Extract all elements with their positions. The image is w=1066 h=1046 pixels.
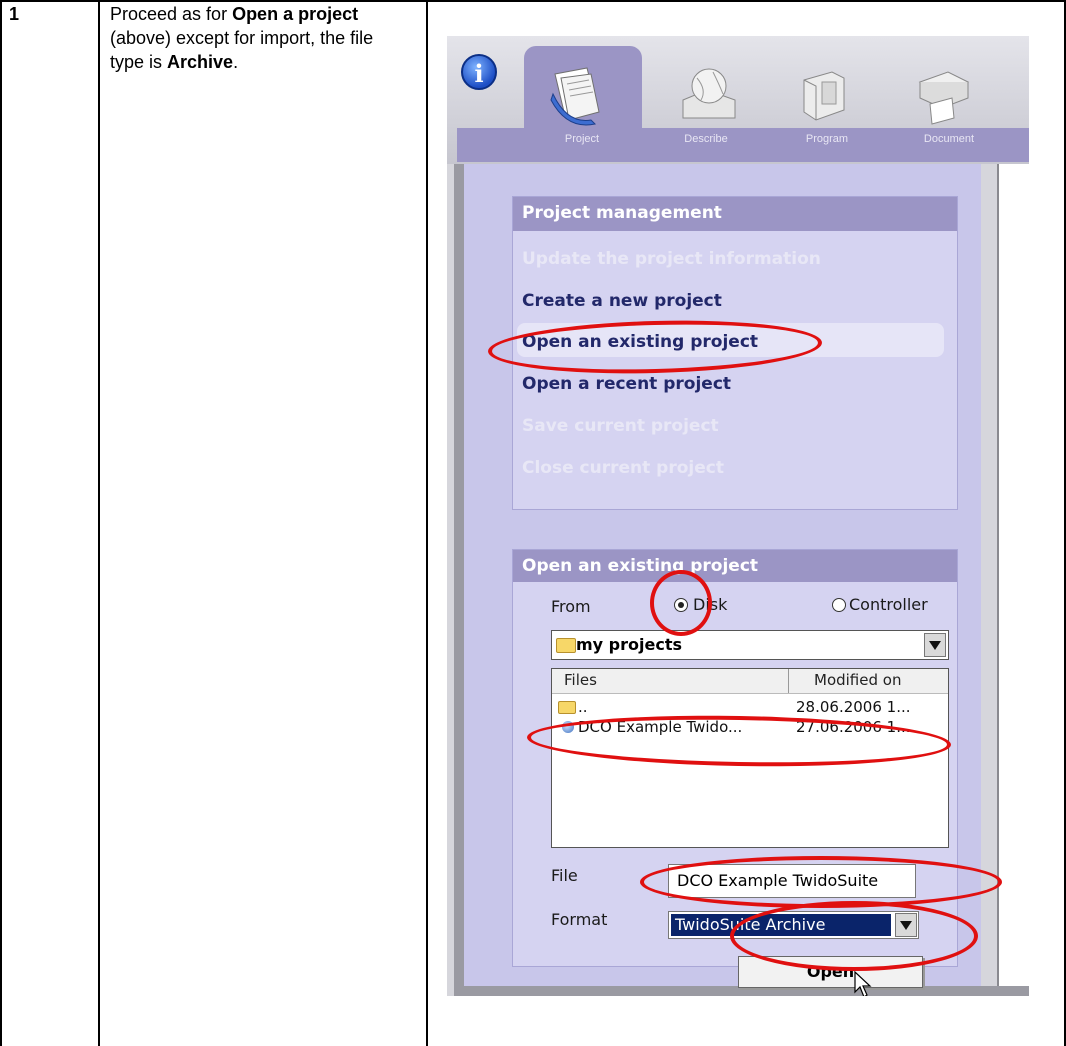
annotation-ellipse-format — [640, 856, 1002, 908]
table-divider-1 — [98, 0, 100, 1046]
folder-icon — [558, 701, 576, 714]
radio-controller[interactable] — [832, 598, 846, 612]
table-divider-2 — [426, 0, 428, 1046]
tab-program[interactable]: Program — [777, 133, 877, 145]
file-modified: 28.06.2006 1... — [796, 698, 911, 716]
menu-open-recent-project[interactable]: Open a recent project — [522, 374, 731, 394]
document-printer-icon[interactable] — [912, 64, 974, 126]
folder-name: my projects — [576, 635, 682, 654]
file-list-header: Files Modified on — [552, 669, 948, 694]
step-instruction: Proceed as for Open a project (above) ex… — [110, 2, 410, 74]
workspace-pane — [997, 164, 1029, 990]
format-label: Format — [551, 910, 608, 929]
step-text-segment: . — [233, 52, 239, 72]
folder-dropdown[interactable]: my projects — [551, 630, 949, 660]
menu-save-current-project: Save current project — [522, 416, 719, 436]
menu-update-project-info: Update the project information — [522, 249, 821, 269]
column-divider — [788, 669, 789, 693]
menu-create-new-project[interactable]: Create a new project — [522, 291, 722, 311]
column-files[interactable]: Files — [564, 671, 597, 689]
program-module-icon[interactable] — [792, 64, 854, 126]
file-row-parent[interactable]: .. 28.06.2006 1... — [552, 697, 948, 717]
from-label: From — [551, 597, 591, 616]
chevron-down-icon[interactable] — [924, 633, 946, 657]
column-modified-on[interactable]: Modified on — [814, 671, 901, 689]
step-text-bold: Archive — [167, 52, 234, 72]
table-left-border — [0, 0, 2, 1046]
tab-project[interactable]: Project — [532, 133, 632, 145]
annotation-circle-disk — [650, 570, 712, 636]
step-text-segment: (above) except for import, the file type… — [110, 28, 374, 72]
radio-controller-label[interactable]: Controller — [849, 595, 928, 614]
step-text-segment: Proceed as for — [110, 4, 233, 24]
tab-document[interactable]: Document — [899, 133, 999, 145]
mouse-cursor-icon — [854, 970, 872, 996]
project-management-title: Project management — [513, 197, 957, 231]
file-label: File — [551, 866, 578, 885]
folder-icon — [556, 638, 576, 653]
open-project-title: Open an existing project — [513, 550, 957, 582]
window-left-edge — [454, 164, 464, 994]
annotation-ellipse-open-button — [730, 901, 978, 971]
twidosuite-screenshot: i Project Describe Program Document Proj… — [447, 36, 1029, 996]
step-text-bold: Open a project — [232, 4, 359, 24]
step-number: 1 — [9, 4, 20, 24]
describe-globe-icon[interactable] — [677, 64, 739, 126]
menu-close-current-project: Close current project — [522, 458, 724, 478]
file-name: .. — [578, 698, 588, 716]
tab-describe[interactable]: Describe — [656, 133, 756, 145]
info-icon[interactable]: i — [461, 54, 497, 90]
tab-bar: i Project Describe Program Document — [447, 36, 1029, 164]
project-documents-icon[interactable] — [547, 64, 609, 126]
